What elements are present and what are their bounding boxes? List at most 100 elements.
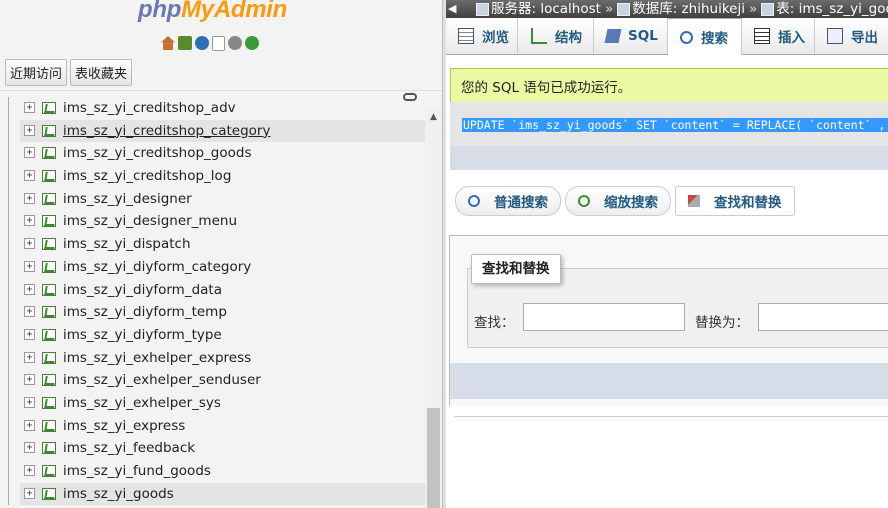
reload-icon[interactable] [245, 36, 259, 50]
table-name[interactable]: ims_sz_yi_diyform_type [63, 327, 222, 343]
table-name[interactable]: ims_sz_yi_feedback [63, 440, 195, 456]
expand-icon[interactable]: + [24, 374, 35, 386]
table-name[interactable]: ims_sz_yi_creditshop_adv [63, 100, 236, 116]
table-structure-icon[interactable] [42, 328, 56, 341]
table-tree-item[interactable]: + ims_sz_yi_creditshop_log [0, 165, 425, 188]
table-name[interactable]: ims_sz_yi_diyform_category [63, 259, 251, 275]
table-structure-icon[interactable] [42, 283, 56, 296]
docs-icon[interactable] [212, 35, 225, 51]
scroll-thumb[interactable] [427, 408, 440, 508]
exit-icon[interactable] [178, 36, 192, 50]
table-tree-item[interactable]: + ims_sz_yi_creditshop_category [8, 119, 425, 143]
table-structure-icon[interactable] [42, 192, 56, 205]
expand-icon[interactable]: + [24, 215, 35, 227]
sql-query-text[interactable]: UPDATE `ims_sz_yi_goods` SET `content` =… [462, 118, 888, 132]
table-structure-icon[interactable] [42, 238, 56, 251]
help-icon[interactable] [195, 36, 209, 50]
table-name[interactable]: ims_sz_yi_exhelper_sys [63, 395, 221, 411]
phpmyadmin-logo[interactable]: phpMyAdmin [138, 0, 287, 24]
table-name[interactable]: ims_sz_yi_diyform_data [63, 282, 222, 298]
table-structure-icon[interactable] [42, 487, 56, 500]
nav-scrollbar[interactable]: ▲ [425, 108, 442, 508]
expand-icon[interactable]: + [24, 419, 35, 431]
table-tree-item[interactable]: + ims_sz_yi_diyform_data [0, 278, 425, 302]
find-input[interactable] [523, 303, 685, 331]
table-name[interactable]: ims_sz_yi_diyform_temp [63, 304, 227, 320]
expand-icon[interactable]: + [24, 238, 35, 250]
table-tree-item[interactable]: + ims_sz_yi_dispatch [0, 233, 425, 256]
table-tree-item[interactable]: + ims_sz_yi_creditshop_adv [0, 97, 425, 120]
table-tree-item[interactable]: + ims_sz_yi_exhelper_sys [0, 391, 425, 415]
table-name[interactable]: ims_sz_yi_designer_menu [63, 213, 237, 229]
table-structure-icon[interactable] [42, 215, 56, 228]
table-structure-icon[interactable] [42, 465, 56, 477]
table-structure-icon[interactable] [42, 396, 56, 409]
table-tree-item[interactable]: + ims_sz_yi_diyform_type [0, 323, 425, 347]
expand-icon[interactable]: + [24, 260, 35, 272]
home-icon[interactable] [161, 36, 175, 50]
tab-zoom-search[interactable]: 缩放搜索 [565, 186, 671, 216]
table-name[interactable]: ims_sz_yi_creditshop_goods [63, 145, 252, 161]
table-name[interactable]: ims_sz_yi_goods [63, 486, 174, 502]
table-structure-icon[interactable] [42, 102, 56, 114]
breadcrumb-database[interactable]: 数据库: zhihuikeji [632, 0, 745, 18]
expand-icon[interactable]: + [24, 283, 35, 295]
favorite-tables-button[interactable]: 表收藏夹 [70, 59, 133, 86]
table-name[interactable]: ims_sz_yi_exhelper_express [63, 350, 251, 366]
table-tree-item[interactable]: + ims_sz_yi_designer [0, 187, 425, 211]
table-structure-icon[interactable] [42, 306, 56, 319]
recent-tables-button[interactable]: 近期访问 [5, 59, 68, 86]
table-name[interactable]: ims_sz_yi_dispatch [63, 236, 191, 252]
table-tree-item[interactable]: + ims_sz_yi_diyform_category [0, 255, 425, 279]
table-structure-icon[interactable] [42, 147, 56, 160]
table-tree-item[interactable]: + ims_sz_yi_fund_goods [0, 460, 425, 483]
tab-browse[interactable]: 浏览 [446, 18, 518, 54]
table-structure-icon[interactable] [42, 260, 56, 273]
expand-icon[interactable]: + [24, 192, 35, 204]
expand-icon[interactable]: + [24, 170, 35, 182]
table-tree-item[interactable]: + ims_sz_yi_diyform_temp [0, 301, 425, 324]
table-name[interactable]: ims_sz_yi_creditshop_log [63, 168, 231, 184]
expand-icon[interactable]: + [24, 147, 35, 159]
table-tree-item[interactable]: + ims_sz_yi_designer_menu [0, 210, 425, 234]
settings-icon[interactable] [228, 36, 242, 50]
table-tree-item[interactable]: + ims_sz_yi_exhelper_senduser [0, 369, 425, 392]
table-tree-item[interactable]: + ims_sz_yi_express [0, 414, 425, 438]
table-name[interactable]: ims_sz_yi_fund_goods [63, 463, 211, 479]
tab-structure[interactable]: 结构 [518, 18, 594, 54]
tab-table-search[interactable]: 普通搜索 [455, 186, 561, 216]
replace-input[interactable] [758, 303, 888, 331]
table-tree-item[interactable]: + ims_sz_yi_feedback [0, 437, 425, 460]
table-structure-icon[interactable] [42, 374, 56, 387]
table-name[interactable]: ims_sz_yi_designer [63, 191, 192, 207]
table-structure-icon[interactable] [42, 419, 56, 432]
expand-icon[interactable]: + [24, 396, 35, 408]
breadcrumb-table[interactable]: 表: ims_sz_yi_goods [776, 0, 888, 18]
table-name[interactable]: ims_sz_yi_express [63, 418, 185, 434]
expand-icon[interactable]: + [24, 351, 35, 363]
expand-icon[interactable]: + [24, 465, 35, 476]
expand-icon[interactable]: + [24, 306, 35, 318]
breadcrumb-server[interactable]: 服务器: localhost [491, 0, 601, 18]
expand-icon[interactable]: + [24, 328, 35, 340]
scroll-up-arrow-icon[interactable]: ▲ [425, 110, 442, 124]
table-tree-item[interactable]: + ims_sz_yi_creditshop_goods [0, 142, 425, 166]
expand-icon[interactable]: + [24, 102, 35, 113]
tab-search[interactable]: 搜索 [668, 18, 742, 55]
table-structure-icon[interactable] [42, 124, 56, 137]
table-structure-icon[interactable] [42, 170, 56, 183]
expand-icon[interactable]: + [24, 442, 35, 454]
tab-export[interactable]: 导出 [815, 18, 888, 54]
table-tree-item[interactable]: + ims_sz_yi_goods [8, 482, 425, 506]
tab-find-replace[interactable]: 查找和替换 [675, 186, 795, 216]
expand-icon[interactable]: + [24, 487, 35, 499]
tab-insert[interactable]: 插入 [742, 18, 815, 54]
table-structure-icon[interactable] [42, 442, 56, 455]
expand-icon[interactable]: + [24, 124, 35, 136]
table-structure-icon[interactable] [42, 351, 56, 364]
table-name[interactable]: ims_sz_yi_exhelper_senduser [63, 372, 261, 388]
table-tree-item[interactable]: + ims_sz_yi_exhelper_express [0, 346, 425, 370]
tab-sql[interactable]: SQL [594, 18, 668, 54]
table-name[interactable]: ims_sz_yi_creditshop_category [63, 123, 270, 139]
collapse-arrow-icon[interactable]: ◀ [448, 0, 462, 18]
